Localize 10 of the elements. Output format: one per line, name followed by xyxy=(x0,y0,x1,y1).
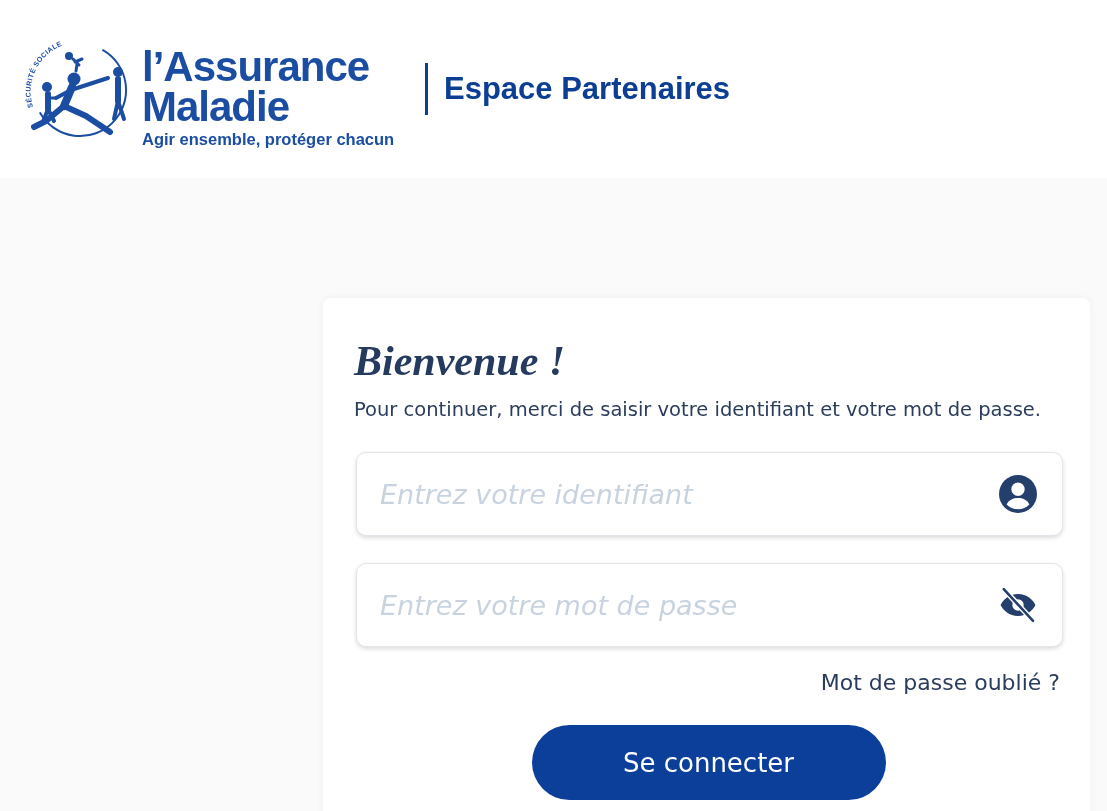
forgot-password-link[interactable]: Mot de passe oublié ? xyxy=(820,668,1060,698)
intro-text: Pour continuer, merci de saisir votre identifiant et votre mot de passe. xyxy=(354,398,1043,422)
login-button[interactable]: Se connecter xyxy=(531,725,886,800)
logo-tagline: Agir ensemble, protéger chacun xyxy=(142,129,395,149)
eye-slash-icon[interactable] xyxy=(999,586,1037,624)
welcome-title: Bienvenue ! xyxy=(354,337,566,386)
user-circle-icon xyxy=(999,475,1037,513)
logo-name: Maladie xyxy=(142,87,290,127)
logo-name: l’Assurance xyxy=(142,47,370,87)
space-title: Espace Partenaires xyxy=(444,71,731,107)
